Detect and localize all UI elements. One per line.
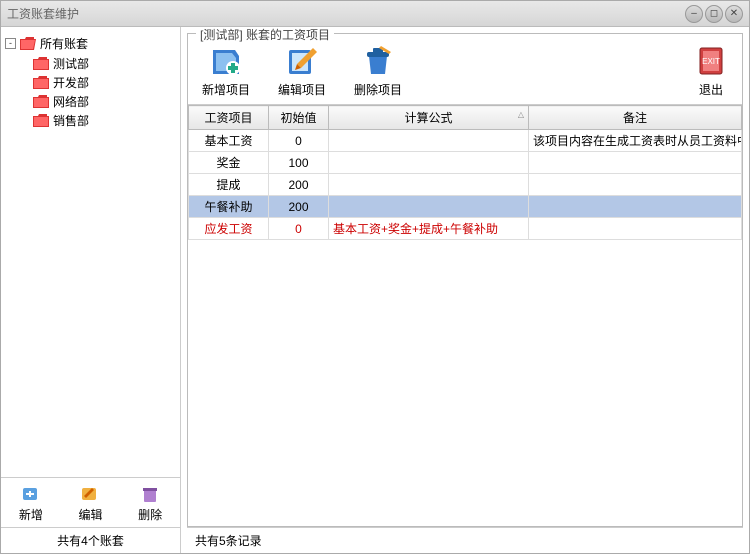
tree-item[interactable]: 销售部 — [33, 111, 176, 130]
sidebar-edit-label: 编辑 — [78, 506, 102, 523]
add-item-button[interactable]: 新增项目 — [202, 44, 250, 98]
group-title: [测试部] 账套的工资项目 — [196, 27, 334, 43]
sidebar-delete-button[interactable]: 删除 — [132, 482, 168, 525]
cell-formula — [329, 130, 529, 152]
tree-item-label: 销售部 — [53, 112, 89, 129]
cell-remark — [529, 218, 742, 240]
window-title: 工资账套维护 — [7, 5, 685, 22]
tree-root-label: 所有账套 — [40, 35, 88, 52]
cell-remark — [529, 152, 742, 174]
close-button[interactable]: ✕ — [725, 5, 743, 23]
edit-icon — [80, 484, 100, 504]
cell-formula — [329, 152, 529, 174]
account-tree: - 所有账套 测试部开发部网络部销售部 — [1, 27, 180, 477]
cell-formula — [329, 196, 529, 218]
edit-item-button[interactable]: 编辑项目 — [278, 44, 326, 98]
table-row[interactable]: 提成200 — [189, 174, 742, 196]
cell-init: 100 — [269, 152, 329, 174]
tree-item[interactable]: 网络部 — [33, 92, 176, 111]
main-status: 共有5条记录 — [187, 527, 743, 553]
folder-open-icon — [20, 37, 36, 50]
col-header-formula[interactable]: 计算公式△ — [329, 106, 529, 130]
titlebar: 工资账套维护 – ◻ ✕ — [1, 1, 749, 27]
svg-text:EXIT: EXIT — [702, 57, 720, 66]
exit-label: 退出 — [699, 81, 723, 98]
salary-items-grid[interactable]: 工资项目 初始值 计算公式△ 备注 基本工资0该项目内容在生成工资表时从员工资料… — [188, 104, 742, 526]
main-panel: [测试部] 账套的工资项目 新增项目 编辑项目 删除项目 EXIT 退出 — [181, 27, 749, 553]
cell-init: 0 — [269, 130, 329, 152]
cell-remark — [529, 196, 742, 218]
sidebar-add-button[interactable]: 新增 — [13, 482, 49, 525]
cell-init: 0 — [269, 218, 329, 240]
minimize-button[interactable]: – — [685, 5, 703, 23]
tree-item[interactable]: 测试部 — [33, 54, 176, 73]
table-row[interactable]: 应发工资0基本工资+奖金+提成+午餐补助 — [189, 218, 742, 240]
table-row[interactable]: 基本工资0 该项目内容在生成工资表时从员工资料中自动导入 — [189, 130, 742, 152]
table-row[interactable]: 午餐补助200 — [189, 196, 742, 218]
add-icon — [21, 484, 41, 504]
tree-item-label: 开发部 — [53, 74, 89, 91]
exit-icon: EXIT — [694, 44, 728, 78]
sidebar-edit-button[interactable]: 编辑 — [72, 482, 108, 525]
cell-name: 提成 — [189, 174, 269, 196]
tree-item-label: 测试部 — [53, 55, 89, 72]
sidebar: - 所有账套 测试部开发部网络部销售部 新增 编辑 删除 共有4个账套 — [1, 27, 181, 553]
cell-formula: 基本工资+奖金+提成+午餐补助 — [329, 218, 529, 240]
folder-icon — [33, 57, 49, 70]
col-header-name[interactable]: 工资项目 — [189, 106, 269, 130]
folder-icon — [33, 95, 49, 108]
cell-name: 应发工资 — [189, 218, 269, 240]
delete-icon — [140, 484, 160, 504]
window-buttons: – ◻ ✕ — [685, 5, 743, 23]
cell-name: 午餐补助 — [189, 196, 269, 218]
cell-formula — [329, 174, 529, 196]
tree-root[interactable]: - 所有账套 — [5, 35, 176, 52]
sidebar-status: 共有4个账套 — [1, 527, 180, 553]
maximize-button[interactable]: ◻ — [705, 5, 723, 23]
cell-name: 基本工资 — [189, 130, 269, 152]
sidebar-delete-label: 删除 — [138, 506, 162, 523]
table-header-row: 工资项目 初始值 计算公式△ 备注 — [189, 106, 742, 130]
salary-items-group: [测试部] 账套的工资项目 新增项目 编辑项目 删除项目 EXIT 退出 — [187, 33, 743, 527]
add-item-icon — [209, 44, 243, 78]
cell-init: 200 — [269, 174, 329, 196]
delete-item-button[interactable]: 删除项目 — [354, 44, 402, 98]
folder-icon — [33, 114, 49, 127]
folder-icon — [33, 76, 49, 89]
tree-item[interactable]: 开发部 — [33, 73, 176, 92]
cell-remark — [529, 174, 742, 196]
delete-item-label: 删除项目 — [354, 81, 402, 98]
cell-remark: 该项目内容在生成工资表时从员工资料中自动导入 — [529, 130, 742, 152]
cell-name: 奖金 — [189, 152, 269, 174]
edit-item-icon — [285, 44, 319, 78]
sidebar-toolbar: 新增 编辑 删除 — [1, 477, 180, 527]
main-toolbar: 新增项目 编辑项目 删除项目 EXIT 退出 — [188, 34, 742, 104]
sort-indicator-icon: △ — [518, 110, 524, 119]
edit-item-label: 编辑项目 — [278, 81, 326, 98]
add-item-label: 新增项目 — [202, 81, 250, 98]
sidebar-add-label: 新增 — [19, 506, 43, 523]
exit-button[interactable]: EXIT 退出 — [694, 44, 728, 98]
delete-item-icon — [361, 44, 395, 78]
cell-init: 200 — [269, 196, 329, 218]
tree-item-label: 网络部 — [53, 93, 89, 110]
tree-expander-icon[interactable]: - — [5, 38, 16, 49]
table-row[interactable]: 奖金100 — [189, 152, 742, 174]
col-header-remark[interactable]: 备注 — [529, 106, 742, 130]
col-header-init[interactable]: 初始值 — [269, 106, 329, 130]
